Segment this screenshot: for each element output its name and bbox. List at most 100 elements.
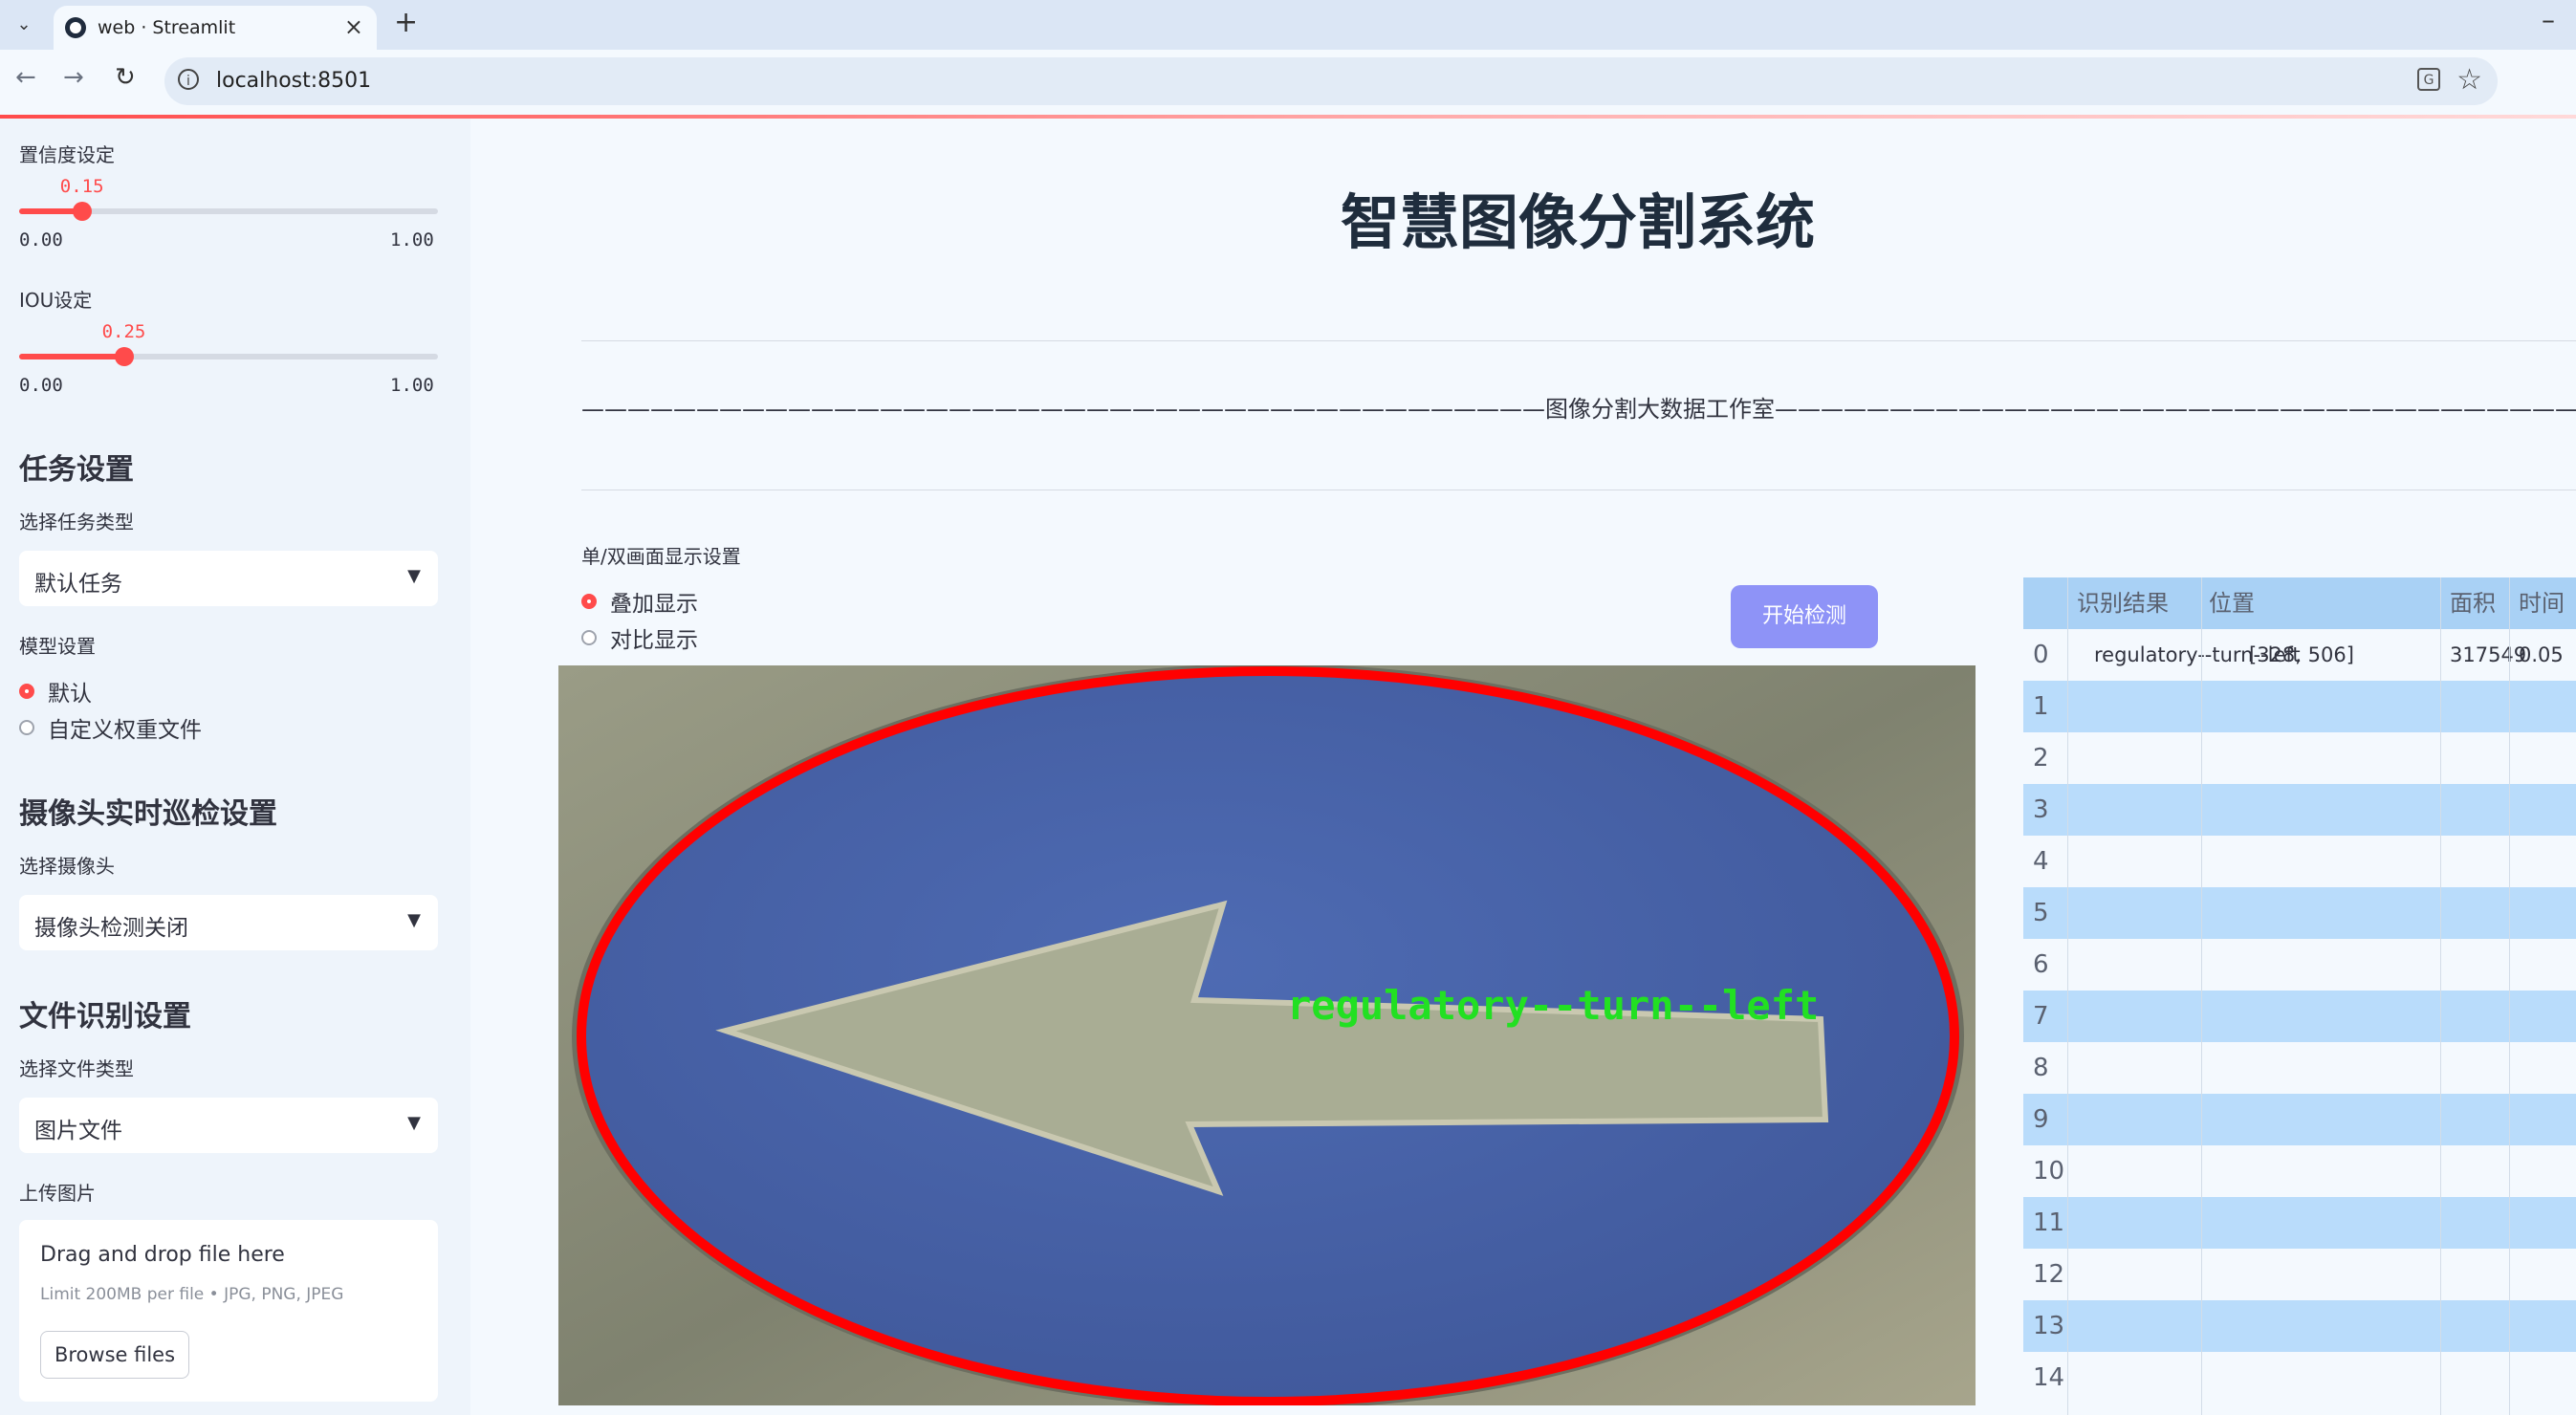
tab-list-chevron-icon[interactable]: ⌄ (10, 10, 38, 38)
table-row[interactable]: 5 (2023, 887, 2576, 939)
radio-button-selected[interactable] (19, 684, 34, 699)
table-row[interactable]: 4 (2023, 836, 2576, 887)
iou-slider-label: IOU设定 (19, 289, 93, 312)
display-radio-compare[interactable]: 对比显示 (581, 623, 698, 653)
table-row[interactable]: 7 (2023, 990, 2576, 1042)
column-divider (2201, 577, 2202, 1415)
row-index: 3 (2033, 795, 2049, 824)
confidence-slider-label: 置信度设定 (19, 143, 115, 166)
cell-position: [328, 506] (2249, 643, 2354, 666)
task-type-label: 选择任务类型 (19, 511, 134, 533)
results-table[interactable]: 识别结果 位置 面积 时间 0 regulatory--turn--left [32… (2023, 577, 2576, 1415)
task-type-select[interactable]: 默认任务 ▼ (19, 551, 438, 606)
browse-files-button[interactable]: Browse files (40, 1331, 189, 1379)
page-title: 智慧图像分割系统 (1340, 187, 1815, 257)
radio-button[interactable] (19, 720, 34, 735)
row-index: 12 (2033, 1260, 2065, 1289)
iou-slider[interactable] (19, 347, 438, 366)
close-tab-icon[interactable]: × (344, 13, 363, 40)
column-divider (2509, 577, 2510, 1415)
chevron-down-icon: ▼ (407, 910, 421, 930)
confidence-slider-min: 0.00 (19, 229, 63, 250)
confidence-slider-max: 1.00 (390, 229, 434, 250)
address-bar[interactable]: i localhost:8501 G ☆ (164, 57, 2498, 105)
new-tab-plus-icon[interactable]: + (394, 6, 418, 39)
studio-banner: ————————————————————————————————————————… (581, 396, 2576, 423)
row-index: 8 (2033, 1054, 2049, 1082)
file-type-selected: 图片文件 (34, 1119, 122, 1143)
file-dropzone[interactable]: Drag and drop file here Limit 200MB per … (19, 1220, 438, 1402)
camera-select-label: 选择摄像头 (19, 855, 115, 878)
row-index: 14 (2033, 1363, 2065, 1392)
row-index: 0 (2033, 641, 2049, 669)
display-option-label: 对比显示 (610, 628, 698, 653)
file-type-label: 选择文件类型 (19, 1057, 134, 1080)
table-row[interactable]: 9 (2023, 1094, 2576, 1145)
minimize-window-icon[interactable]: – (2542, 4, 2555, 35)
model-option-label: 默认 (48, 682, 92, 707)
site-info-icon[interactable]: i (178, 69, 199, 90)
header-time[interactable]: 时间 (2519, 577, 2565, 629)
table-row[interactable]: 13 (2023, 1300, 2576, 1352)
model-radio-custom-weights[interactable]: 自定义权重文件 (19, 713, 202, 743)
row-index: 5 (2033, 899, 2049, 927)
model-option-label: 自定义权重文件 (48, 718, 202, 743)
cell-area: 317549 (2450, 643, 2527, 666)
segmented-traffic-sign-image: regulatory--turn--left (558, 665, 1976, 1405)
column-divider (2067, 577, 2068, 1415)
dropzone-limit: Limit 200MB per file • JPG, PNG, JPEG (40, 1285, 344, 1304)
back-arrow-icon[interactable]: ← (15, 63, 36, 92)
start-detection-button[interactable]: 开始检测 (1731, 585, 1878, 648)
table-row[interactable]: 8 (2023, 1042, 2576, 1094)
url-text[interactable]: localhost:8501 (216, 69, 371, 93)
task-type-selected: 默认任务 (34, 572, 122, 597)
cell-time: 0.05 (2519, 643, 2564, 666)
radio-button-selected[interactable] (581, 594, 597, 609)
reload-icon[interactable]: ↻ (115, 63, 136, 92)
radio-button[interactable] (581, 630, 597, 645)
display-mode-label: 单/双画面显示设置 (581, 545, 741, 568)
confidence-slider-value: 0.15 (59, 176, 104, 197)
camera-selected: 摄像头检测关闭 (34, 916, 188, 941)
table-header-row: 识别结果 位置 面积 时间 (2023, 577, 2576, 629)
chevron-down-icon: ▼ (407, 1113, 421, 1133)
browser-tab-bar: ⌄ web · Streamlit × + – (0, 0, 2576, 50)
iou-slider-fill (19, 354, 124, 359)
display-option-label: 叠加显示 (610, 592, 698, 617)
table-row[interactable]: 1 (2023, 681, 2576, 732)
camera-select[interactable]: 摄像头检测关闭 ▼ (19, 895, 438, 950)
header-result[interactable]: 识别结果 (2077, 577, 2169, 629)
header-area[interactable]: 面积 (2450, 577, 2496, 629)
table-row[interactable]: 12 (2023, 1249, 2576, 1300)
display-radio-overlay[interactable]: 叠加显示 (581, 587, 698, 617)
table-row[interactable]: 0 regulatory--turn--left [328, 506] 317549 0… (2023, 629, 2576, 681)
iou-slider-thumb[interactable] (114, 347, 134, 366)
chevron-down-icon: ▼ (407, 566, 421, 586)
file-type-select[interactable]: 图片文件 ▼ (19, 1098, 438, 1153)
table-row[interactable]: 14 (2023, 1352, 2576, 1404)
sidebar: 置信度设定 0.15 0.00 1.00 IOU设定 0.25 0.00 1.0… (0, 119, 470, 1415)
translate-icon[interactable]: G (2417, 68, 2440, 91)
table-row[interactable]: 11 (2023, 1197, 2576, 1249)
browser-toolbar: ← → ↻ i localhost:8501 G ☆ (0, 50, 2576, 115)
table-row[interactable]: 10 (2023, 1145, 2576, 1197)
iou-slider-min: 0.00 (19, 375, 63, 396)
header-position[interactable]: 位置 (2209, 577, 2255, 629)
bookmark-star-icon[interactable]: ☆ (2456, 63, 2482, 97)
forward-arrow-icon[interactable]: → (63, 63, 84, 92)
browser-tab[interactable]: web · Streamlit × (54, 6, 377, 50)
table-row[interactable]: 3 (2023, 784, 2576, 836)
model-settings-label: 模型设置 (19, 635, 96, 658)
confidence-slider[interactable] (19, 202, 438, 221)
iou-slider-value: 0.25 (101, 321, 146, 342)
upload-label: 上传图片 (19, 1182, 96, 1205)
table-row[interactable]: 6 (2023, 939, 2576, 990)
table-row[interactable]: 2 (2023, 732, 2576, 784)
row-index: 4 (2033, 847, 2049, 876)
model-radio-default[interactable]: 默认 (19, 677, 92, 707)
camera-settings-heading: 摄像头实时巡检设置 (19, 797, 277, 831)
iou-slider-max: 1.00 (390, 375, 434, 396)
confidence-slider-thumb[interactable] (72, 202, 92, 221)
row-index: 10 (2033, 1157, 2065, 1186)
detection-image-viewer: regulatory--turn--left (558, 665, 1976, 1405)
